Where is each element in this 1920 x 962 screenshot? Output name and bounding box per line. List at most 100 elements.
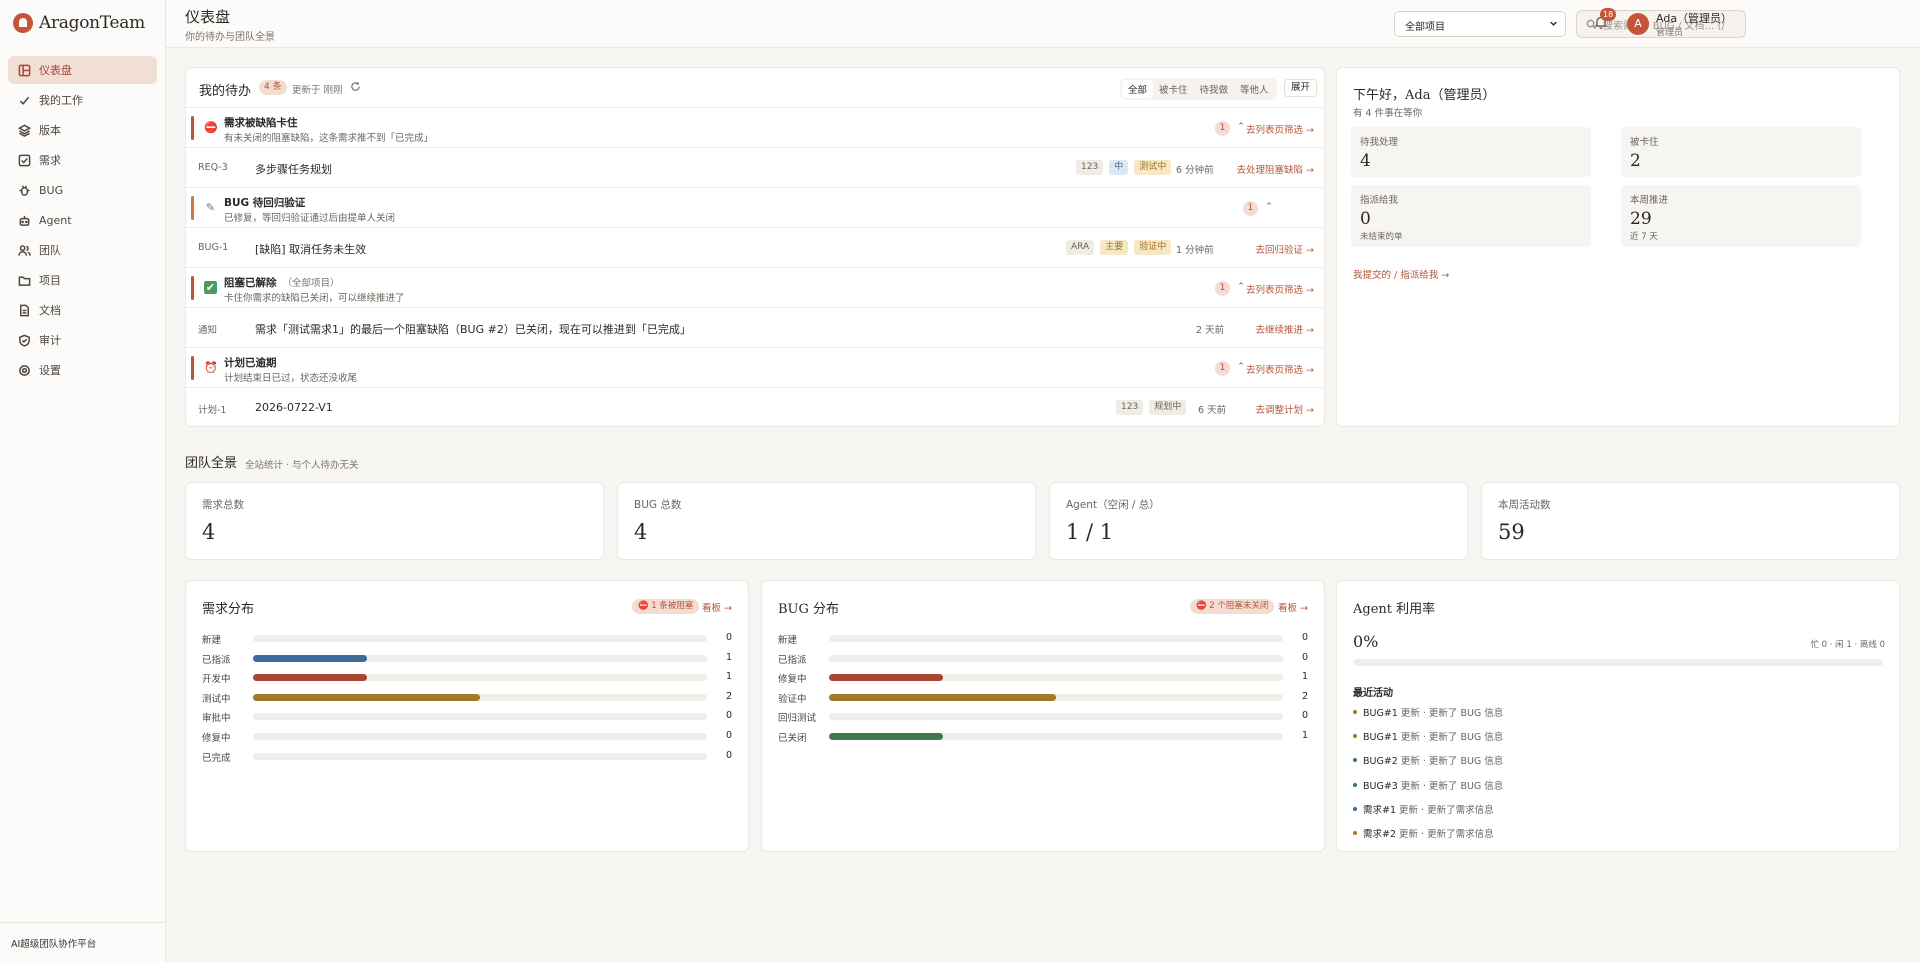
row-action-link[interactable]: 去继续推进 → [1256, 322, 1314, 336]
dist-value: 0 [725, 710, 732, 722]
blocked-pill[interactable]: ⛔ 2 个阻塞未关闭 [1190, 599, 1275, 614]
kpi-agents[interactable]: Agent（空闲 / 总） 1 / 1 [1049, 482, 1468, 560]
row-time: 6 天前 [1198, 405, 1227, 416]
blocked-icon: ⛔ [204, 121, 218, 134]
stat-label: 被卡住 [1630, 137, 1659, 148]
todo-filter-tabs: 全部 被卡住 待我做 等他人 [1120, 78, 1277, 100]
row-action-link[interactable]: 去调整计划 → [1256, 402, 1314, 416]
table-row[interactable]: 通知 需求「测试需求1」的最后一个阻塞缺陷（BUG #2）已关闭，现在可以推进到「… [186, 308, 1324, 348]
dist-value: 0 [725, 730, 732, 741]
stat-my-pending[interactable]: 待我处理 4 [1351, 127, 1591, 177]
logo-icon [13, 13, 33, 33]
activity-item[interactable]: BUG#1 更新 · 更新了 BUG 信息 [1353, 705, 1503, 719]
activity-item[interactable]: 需求#1 更新 · 更新了需求信息 [1353, 802, 1494, 816]
sidebar-item-label: 团队 [39, 244, 61, 257]
table-row[interactable]: REQ-3 多步骤任务规划 123 中测试中 6 分钟前 去处理阻塞缺陷 → [186, 148, 1324, 188]
group-filter-link[interactable]: 去列表页筛选 → [1246, 362, 1314, 376]
sidebar-item-bug[interactable]: BUG [8, 176, 157, 204]
todo-group[interactable]: ✎ BUG 待回归验证 已修复，等回归验证通过后由提单人关闭 1 ⌃ [186, 188, 1324, 228]
sidebar-item-team[interactable]: 团队 [8, 236, 157, 264]
board-link[interactable]: 看板 → [702, 600, 732, 614]
row-title[interactable]: [缺陷] 取消任务未生效 [255, 241, 366, 257]
table-row[interactable]: 计划-1 2026-0722-V1 123 规划中 6 天前 去调整计划 → [186, 388, 1324, 428]
dist-row[interactable]: 验证中 2 [778, 690, 1308, 705]
dist-label: 回归测试 [778, 713, 817, 725]
blocked-pill[interactable]: ⛔ 1 条被阻塞 [632, 599, 700, 614]
kpi-requirements[interactable]: 需求总数 4 [185, 482, 604, 560]
row-title[interactable]: 需求「测试需求1」的最后一个阻塞缺陷（BUG #2）已关闭，现在可以推进到「已完… [255, 321, 691, 337]
logo[interactable]: AragonTeam [0, 0, 165, 46]
row-time: 1 分钟前 [1176, 245, 1214, 256]
kpi-activity[interactable]: 本周活动数 59 [1481, 482, 1900, 560]
activity-item[interactable]: BUG#3 更新 · 更新了 BUG 信息 [1353, 778, 1503, 792]
stat-sub: 未结束的单 [1360, 232, 1403, 242]
project-select[interactable]: 全部项目 [1394, 11, 1566, 37]
dist-track [253, 674, 707, 682]
table-row[interactable]: BUG-1 [缺陷] 取消任务未生效 ARA 主要 验证中 1 分钟前 去回归验证 → [186, 228, 1324, 268]
sidebar-item-projects[interactable]: 项目 [8, 266, 157, 294]
dist-row[interactable]: 已指派 1 [202, 651, 732, 666]
filter-blocked[interactable]: 被卡住 [1153, 80, 1194, 98]
dist-label: 修复中 [202, 733, 231, 744]
sidebar-footer: AI超级团队协作平台 [0, 922, 166, 962]
expand-button[interactable]: 展开 [1284, 79, 1318, 97]
todo-group[interactable]: ✔ 阻塞已解除 （全部项目） 卡住你需求的缺陷已关闭，可以继续推进了 1 ⌃ 去列表页筛选 … [186, 268, 1324, 308]
sidebar-item-requirements[interactable]: 需求 [8, 146, 157, 174]
dist-row[interactable]: 新建 0 [202, 631, 732, 646]
folder-icon [17, 273, 31, 287]
dist-row[interactable]: 修复中 0 [202, 729, 732, 744]
stat-assigned[interactable]: 指派给我 0 未结束的单 [1351, 185, 1591, 247]
dist-row[interactable]: 新建 0 [778, 631, 1308, 646]
activity-text: 更新 · 更新了需求信息 [1396, 829, 1494, 840]
dist-row[interactable]: 已指派 0 [778, 651, 1308, 666]
filter-waiting[interactable]: 等他人 [1234, 80, 1275, 98]
sidebar-item-versions[interactable]: 版本 [8, 116, 157, 144]
dist-row[interactable]: 修复中 1 [778, 670, 1308, 686]
row-action-link[interactable]: 去回归验证 → [1256, 242, 1314, 256]
group-filter-link[interactable]: 去列表页筛选 → [1246, 122, 1314, 136]
stat-blocked[interactable]: 被卡住 2 [1621, 127, 1861, 177]
refresh-icon[interactable] [350, 81, 361, 92]
activity-text: 更新 · 更新了 BUG 信息 [1397, 708, 1504, 719]
sidebar-item-my-work[interactable]: 我的工作 [8, 86, 157, 114]
board-link[interactable]: 看板 → [1278, 600, 1308, 614]
filter-all[interactable]: 全部 [1122, 80, 1154, 98]
chevron-up-icon[interactable]: ⌃ [1263, 201, 1275, 213]
user-name[interactable]: Ada（管理员） [1656, 10, 1732, 26]
dist-bar [829, 693, 1056, 701]
filter-mine[interactable]: 待我做 [1194, 80, 1235, 98]
row-time: 6 分钟前 [1176, 165, 1214, 176]
sidebar-item-label: 设置 [39, 364, 61, 377]
bug-icon [17, 183, 31, 197]
dist-row[interactable]: 已关闭 1 [778, 729, 1308, 744]
activity-item[interactable]: 需求#2 更新 · 更新了需求信息 [1353, 826, 1494, 840]
my-submitted-link[interactable]: 我提交的 / 指派给我 → [1353, 267, 1449, 281]
sidebar-item-dashboard[interactable]: 仪表盘 [8, 56, 157, 84]
row-action-link[interactable]: 去处理阻塞缺陷 → [1237, 162, 1314, 176]
dist-row[interactable]: 已完成 0 [202, 749, 732, 764]
sidebar-item-docs[interactable]: 文档 [8, 296, 157, 324]
dist-row[interactable]: 回归测试 0 [778, 709, 1308, 725]
stat-value: 4 [1360, 151, 1371, 171]
row-title[interactable]: 多步骤任务规划 [255, 161, 332, 177]
avatar[interactable]: A [1627, 13, 1649, 35]
dist-row[interactable]: 开发中 1 [202, 670, 732, 685]
activity-item[interactable]: BUG#2 更新 · 更新了 BUG 信息 [1353, 753, 1503, 767]
stat-weekly[interactable]: 本周推进 29 近 7 天 [1621, 185, 1861, 247]
sidebar-item-settings[interactable]: 设置 [8, 356, 157, 384]
activity-dot [1353, 806, 1357, 811]
activity-dot [1353, 710, 1357, 714]
sidebar-item-agent[interactable]: Agent [8, 206, 157, 234]
dist-row[interactable]: 审批中 0 [202, 709, 732, 724]
activity-item[interactable]: BUG#1 更新 · 更新了 BUG 信息 [1353, 729, 1503, 743]
todo-group[interactable]: ⛔ 需求被缺陷卡住 有未关闭的阻塞缺陷，这条需求推不到「已完成」 1 ⌃ 去列表页筛选 → [186, 108, 1324, 148]
row-title[interactable]: 2026-0722-V1 [255, 401, 333, 414]
dist-row[interactable]: 测试中 2 [202, 690, 732, 705]
dist-value: 1 [1301, 730, 1308, 741]
dist-label: 修复中 [778, 674, 807, 686]
kpi-bugs[interactable]: BUG 总数 4 [617, 482, 1036, 560]
dist-bar [253, 693, 480, 701]
sidebar-item-audit[interactable]: 审计 [8, 326, 157, 354]
group-filter-link[interactable]: 去列表页筛选 → [1246, 282, 1314, 296]
todo-group[interactable]: ⏰ 计划已逾期 计划结束日已过，状态还没收尾 1 ⌃ 去列表页筛选 → [186, 348, 1324, 388]
